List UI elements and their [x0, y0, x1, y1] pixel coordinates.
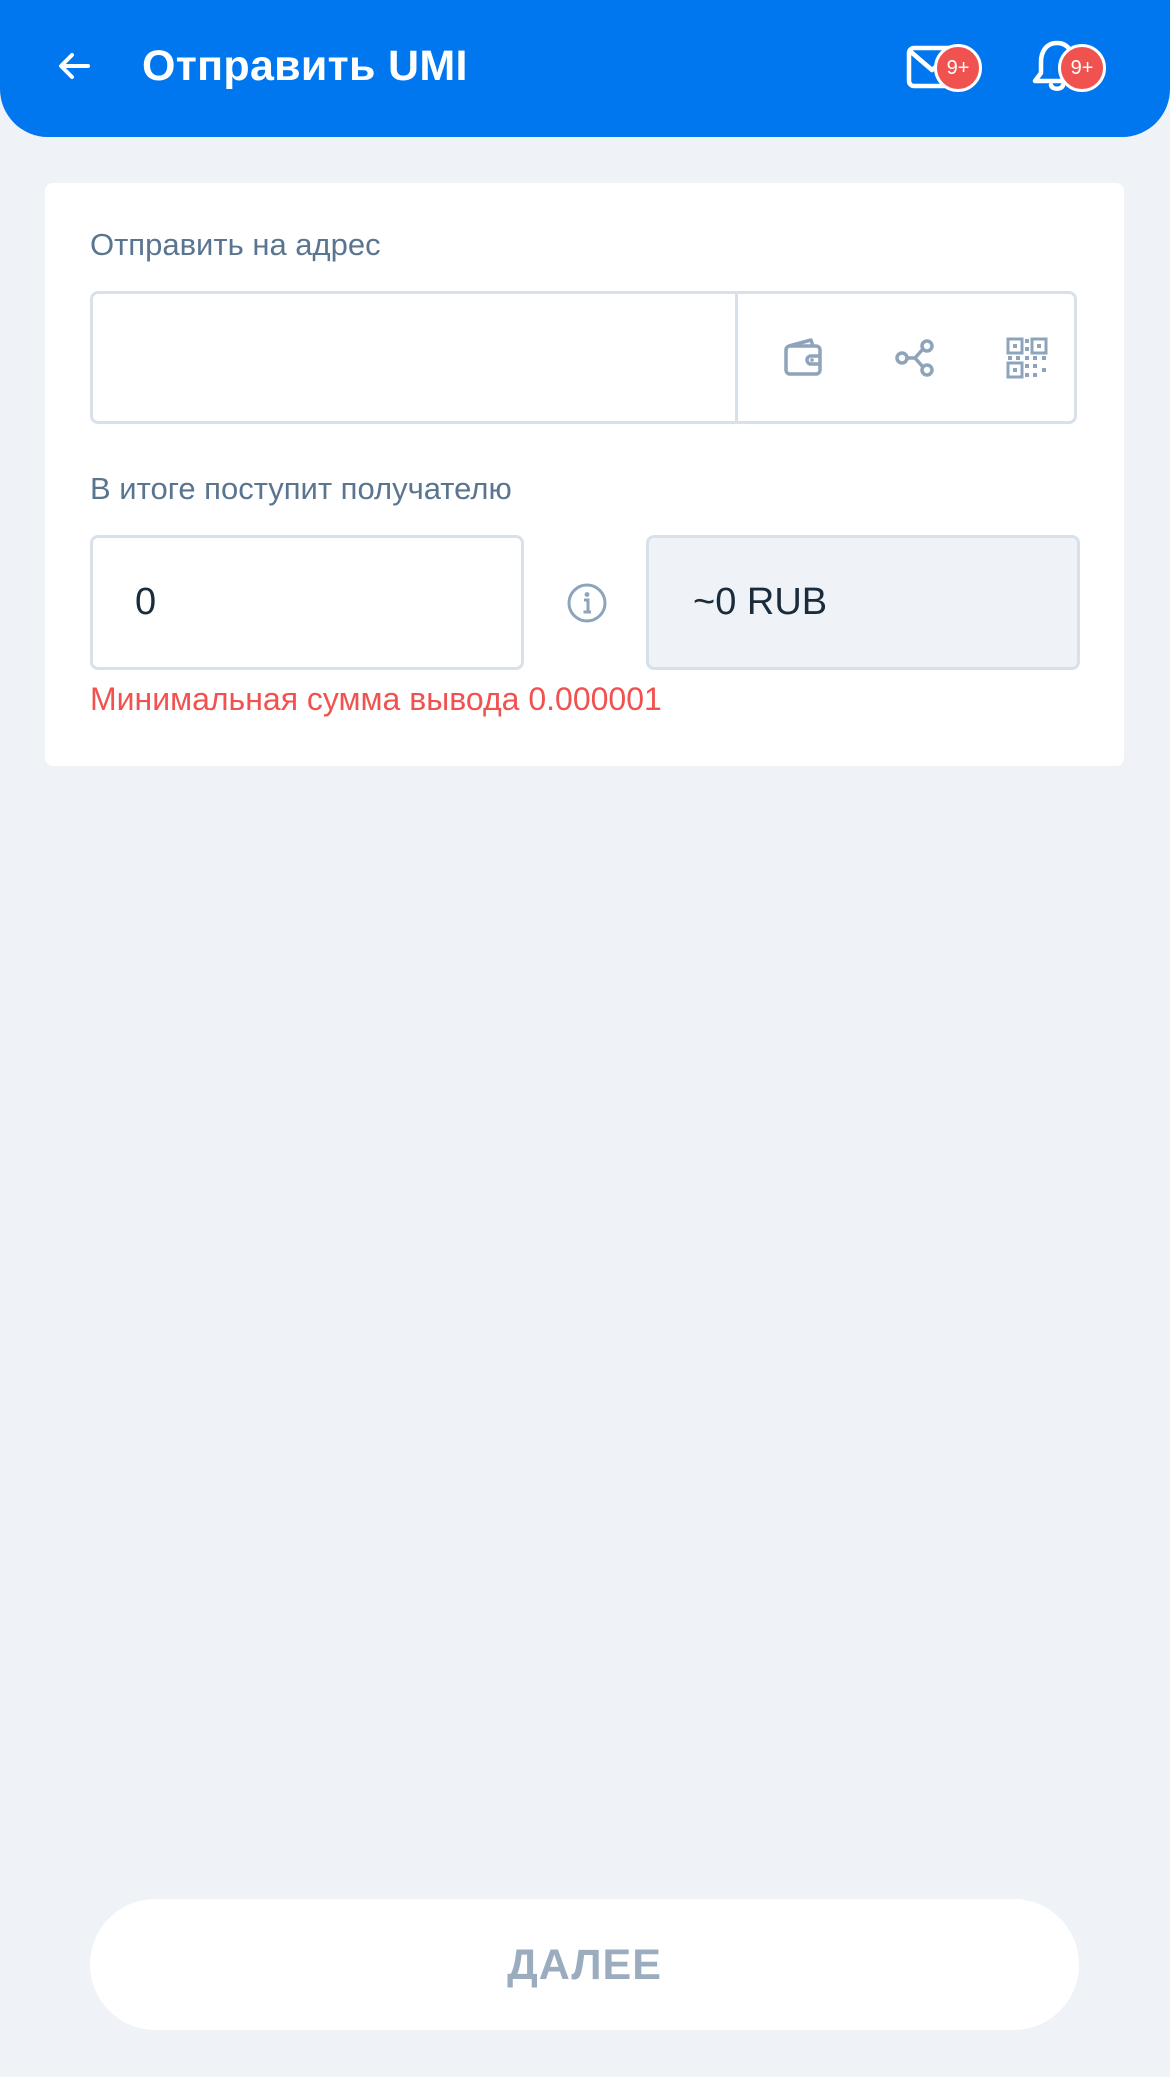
wallet-button[interactable] [779, 334, 827, 382]
address-divider [735, 294, 738, 421]
qr-code-icon [1006, 337, 1048, 379]
amount-input[interactable] [93, 538, 521, 667]
messages-button[interactable]: 9+ [906, 36, 982, 100]
info-button[interactable] [565, 581, 609, 625]
notifications-badge: 9+ [1058, 44, 1106, 92]
amount-label: В итоге поступит получателю [90, 471, 512, 506]
next-button[interactable]: ДАЛЕЕ [90, 1899, 1079, 2030]
qr-scan-button[interactable] [1003, 334, 1051, 382]
info-icon [567, 583, 607, 623]
notifications-button[interactable]: 9+ [1030, 36, 1106, 100]
share-button[interactable] [891, 334, 939, 382]
address-input[interactable] [93, 294, 735, 421]
send-form-card: Отправить на адрес В итоге поступит полу… [45, 183, 1124, 766]
share-icon [895, 339, 934, 377]
arrow-left-icon [59, 53, 90, 79]
min-amount-error: Минимальная сумма вывода 0.000001 [90, 681, 662, 717]
converted-amount: ~0 RUB [646, 535, 1080, 670]
amount-field-group [90, 535, 524, 670]
messages-badge: 9+ [934, 44, 982, 92]
wallet-icon [784, 338, 822, 376]
page-title: Отправить UMI [142, 42, 468, 90]
back-button[interactable] [44, 36, 104, 96]
app-header: Отправить UMI 9+ 9+ [0, 0, 1170, 137]
address-label: Отправить на адрес [90, 227, 381, 262]
address-field-group [90, 291, 1077, 424]
